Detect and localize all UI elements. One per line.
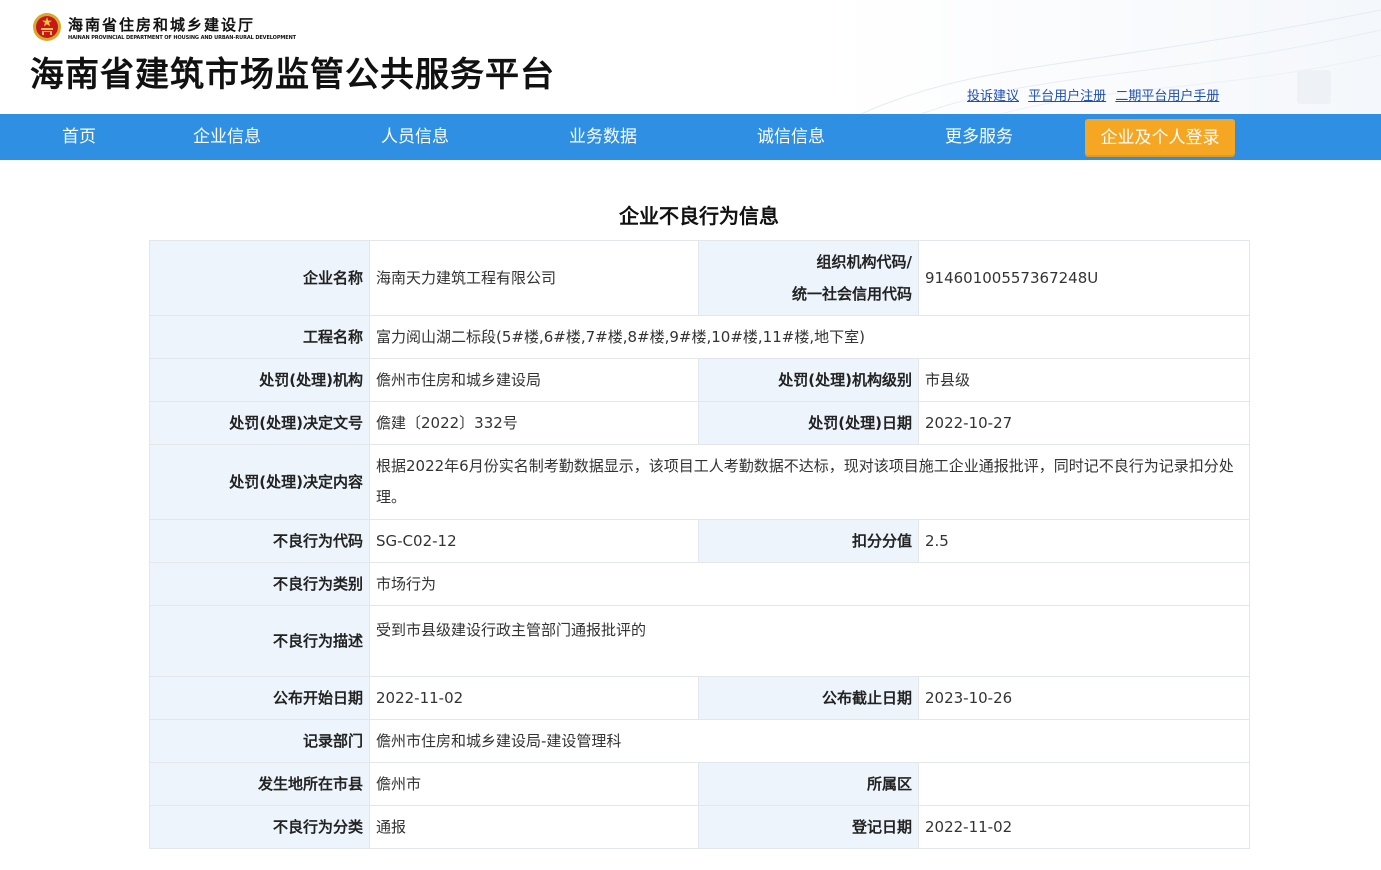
login-button[interactable]: 企业及个人登录 (1085, 119, 1235, 157)
nav-item-business-data[interactable]: 业务数据 (569, 114, 637, 160)
publish-end-value: 2023-10-26 (918, 676, 1250, 720)
decision-no-label: 处罚(处理)决定文号 (149, 401, 370, 445)
user-manual-link[interactable]: 二期平台用户手册 (1115, 89, 1219, 104)
publish-start-value: 2022-11-02 (369, 676, 699, 720)
nav-item-personnel[interactable]: 人员信息 (381, 114, 449, 160)
behavior-type-label: 不良行为类别 (149, 562, 370, 606)
district-value (918, 762, 1250, 806)
table-row: 处罚(处理)决定内容 根据2022年6月份实名制考勤数据显示，该项目工人考勤数据… (149, 444, 1250, 520)
nav-item-home[interactable]: 首页 (62, 114, 96, 160)
category-label: 不良行为分类 (149, 805, 370, 849)
publish-start-label: 公布开始日期 (149, 676, 370, 720)
header-tool-button[interactable] (1297, 70, 1331, 104)
table-row: 发生地所在市县 儋州市 所属区 (149, 762, 1250, 806)
org-code-label-line2: 统一社会信用代码 (791, 285, 912, 303)
table-row: 企业名称 海南天力建筑工程有限公司 组织机构代码/ 统一社会信用代码 91460… (149, 240, 1250, 316)
nav-item-enterprise[interactable]: 企业信息 (193, 114, 261, 160)
behavior-type-value: 市场行为 (369, 562, 1250, 606)
category-value: 通报 (369, 805, 699, 849)
table-row: 不良行为描述 受到市县级建设行政主管部门通报批评的 (149, 605, 1250, 677)
project-name-label: 工程名称 (149, 315, 370, 359)
nav-item-more-services[interactable]: 更多服务 (945, 114, 1013, 160)
top-links: 投诉建议 平台用户注册 二期平台用户手册 (967, 85, 1224, 104)
decision-no-value: 儋建〔2022〕332号 (369, 401, 699, 445)
company-name-label: 企业名称 (149, 240, 370, 316)
agency-label: 处罚(处理)机构 (149, 358, 370, 402)
decision-content-label: 处罚(处理)决定内容 (149, 444, 370, 520)
behavior-desc-value: 受到市县级建设行政主管部门通报批评的 (369, 605, 1250, 677)
org-code-label: 组织机构代码/ 统一社会信用代码 (698, 240, 919, 316)
company-name-value: 海南天力建筑工程有限公司 (369, 240, 699, 316)
site-header: 海南省住房和城乡建设厅 HAINAN PROVINCIAL DEPARTMENT… (0, 0, 1381, 114)
record-dept-value: 儋州市住房和城乡建设局-建设管理科 (369, 719, 1250, 763)
city-value: 儋州市 (369, 762, 699, 806)
table-row: 不良行为类别 市场行为 (149, 562, 1250, 606)
register-date-label: 登记日期 (698, 805, 919, 849)
table-row: 不良行为分类 通报 登记日期 2022-11-02 (149, 805, 1250, 849)
table-row: 不良行为代码 SG-C02-12 扣分分值 2.5 (149, 519, 1250, 563)
city-label: 发生地所在市县 (149, 762, 370, 806)
deduction-value: 2.5 (918, 519, 1250, 563)
table-row: 处罚(处理)机构 儋州市住房和城乡建设局 处罚(处理)机构级别 市县级 (149, 358, 1250, 402)
page-title: 企业不良行为信息 (619, 204, 779, 228)
decision-date-label: 处罚(处理)日期 (698, 401, 919, 445)
org-code-value: 91460100557367248U (918, 240, 1250, 316)
deduction-label: 扣分分值 (698, 519, 919, 563)
department-name: 海南省住房和城乡建设厅 (68, 16, 256, 34)
table-row: 公布开始日期 2022-11-02 公布截止日期 2023-10-26 (149, 676, 1250, 720)
table-row: 工程名称 富力阅山湖二标段(5#楼,6#楼,7#楼,8#楼,9#楼,10#楼,1… (149, 315, 1250, 359)
behavior-code-value: SG-C02-12 (369, 519, 699, 563)
complaint-link[interactable]: 投诉建议 (967, 89, 1019, 104)
behavior-code-label: 不良行为代码 (149, 519, 370, 563)
org-code-label-line1: 组织机构代码/ (816, 253, 912, 271)
bad-behavior-table: 企业名称 海南天力建筑工程有限公司 组织机构代码/ 统一社会信用代码 91460… (149, 240, 1250, 849)
register-date-value: 2022-11-02 (918, 805, 1250, 849)
record-dept-label: 记录部门 (149, 719, 370, 763)
district-label: 所属区 (698, 762, 919, 806)
decision-content-value: 根据2022年6月份实名制考勤数据显示，该项目工人考勤数据不达标，现对该项目施工… (369, 444, 1250, 520)
user-register-link[interactable]: 平台用户注册 (1028, 89, 1106, 104)
publish-end-label: 公布截止日期 (698, 676, 919, 720)
behavior-desc-label: 不良行为描述 (149, 605, 370, 677)
national-emblem-icon (33, 13, 61, 41)
decision-date-value: 2022-10-27 (918, 401, 1250, 445)
project-name-value: 富力阅山湖二标段(5#楼,6#楼,7#楼,8#楼,9#楼,10#楼,11#楼,地… (369, 315, 1250, 359)
table-row: 处罚(处理)决定文号 儋建〔2022〕332号 处罚(处理)日期 2022-10… (149, 401, 1250, 445)
platform-title: 海南省建筑市场监管公共服务平台 (30, 55, 555, 95)
table-row: 记录部门 儋州市住房和城乡建设局-建设管理科 (149, 719, 1250, 763)
agency-value: 儋州市住房和城乡建设局 (369, 358, 699, 402)
nav-item-credit[interactable]: 诚信信息 (757, 114, 825, 160)
agency-level-label: 处罚(处理)机构级别 (698, 358, 919, 402)
agency-level-value: 市县级 (918, 358, 1250, 402)
department-name-en: HAINAN PROVINCIAL DEPARTMENT OF HOUSING … (68, 35, 296, 41)
